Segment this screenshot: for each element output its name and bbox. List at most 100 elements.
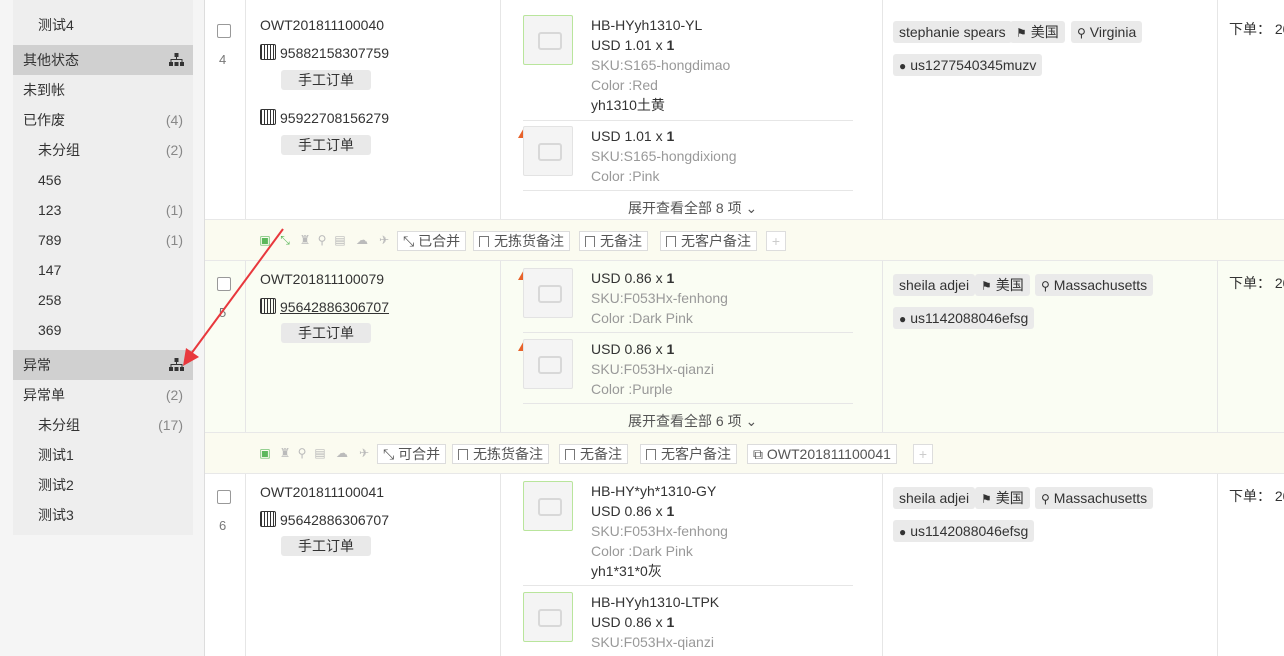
pick-note-text: 无拣货备注 [494,233,564,249]
gift-icon[interactable]: ♜ [298,233,312,247]
tracking-number[interactable]: 95882158307759 [260,44,389,61]
order-action-bar: ▣ ♜ ⚲ ▤ ☁ ✈ ⤡ 可合并 无拣货备注 无备注 无客户备注 ⧉ OWT2… [205,433,1284,474]
row-checkbox[interactable] [217,490,231,504]
country-text: 美国 [1030,24,1059,40]
account-tag: ● us1142088046efsg [893,520,1035,542]
sidebar-item-789[interactable]: 789 (1) [13,225,193,255]
bookmark-icon [666,236,676,247]
row-checkbox[interactable] [217,24,231,38]
product-color: Color :Dark Pink [591,310,693,326]
expand-all-link[interactable]: 展开查看全部 8 项 ⌄ [628,198,757,218]
order-number[interactable]: OWT201811100041 [260,484,384,500]
note-button[interactable]: 无备注 [559,444,628,464]
print-icon[interactable]: ▤ [333,233,347,247]
cloud-icon[interactable]: ☁ [355,233,369,247]
product-thumbnail[interactable] [523,268,573,318]
product-sku: SKU:F053Hx-fenhong [591,290,728,306]
manual-order-button[interactable]: 手工订单 [281,70,371,90]
map-marker-icon[interactable]: ⚲ [315,233,329,247]
bookmark-icon [646,449,656,460]
customer-note-text: 无客户备注 [681,233,751,249]
map-marker-icon[interactable]: ⚲ [295,446,309,460]
sidebar-item-unpaid[interactable]: 未到帐 [13,75,193,105]
merge-icon[interactable]: ⤡ [278,233,292,247]
sitemap-icon[interactable] [169,358,184,371]
account-tag: ● us1142088046efsg [893,307,1035,329]
plane-icon[interactable]: ✈ [377,233,391,247]
product-thumbnail[interactable] [523,15,573,65]
manual-order-button[interactable]: 手工订单 [281,135,371,155]
money-icon[interactable]: ▣ [258,233,272,247]
tracking-number[interactable]: 95642886306707 [260,511,389,528]
product-price: USD 0.86 x 1 [591,268,674,288]
pick-note-button[interactable]: 无拣货备注 [473,231,570,251]
section-header-exception[interactable]: 异常 [13,350,193,380]
quantity: 1 [666,341,675,357]
sidebar-item-label: 测试2 [38,477,74,493]
product-thumbnail[interactable] [523,126,573,176]
manual-order-button[interactable]: 手工订单 [281,323,371,343]
state-tag: ⚲ Massachusetts [1035,274,1154,296]
pick-note-button[interactable]: 无拣货备注 [452,444,549,464]
print-icon[interactable]: ▤ [313,446,327,460]
user-icon: ● [899,312,907,326]
order-date: 下单： 20 [1229,488,1284,504]
sidebar-item-369[interactable]: 369 [13,315,193,345]
money-icon[interactable]: ▣ [258,446,272,460]
user-icon: ● [899,59,907,73]
product-thumbnail[interactable] [523,339,573,389]
order-number[interactable]: OWT201811100040 [260,17,384,33]
order-number[interactable]: OWT201811100079 [260,271,384,287]
order-action-bar: ▣ ⤡ ♜ ⚲ ▤ ☁ ✈ ⤡ 已合并 无拣货备注 无备注 无客户备注 + [205,220,1284,261]
row-checkbox[interactable] [217,277,231,291]
sidebar-item-test2[interactable]: 测试2 [13,470,193,500]
sidebar-item-test4[interactable]: 测试4 [13,10,193,40]
product-color: Color :Dark Pink [591,543,693,559]
sitemap-icon[interactable] [169,53,184,66]
map-marker-icon: ⚲ [1041,279,1050,293]
tracking-number-text: 95642886306707 [280,512,390,528]
product-color: Color :Pink [591,168,660,184]
customer-note-button[interactable]: 无客户备注 [640,444,737,464]
order-date: 下单： 20 [1229,21,1284,37]
sidebar-item-count: (2) [165,387,183,403]
sidebar-item-voided[interactable]: 已作废 (4) [13,105,193,135]
linked-order-text: OWT201811100041 [766,446,891,462]
quantity: 1 [666,503,675,519]
gift-icon[interactable]: ♜ [278,446,292,460]
add-button[interactable]: + [766,231,786,251]
merge-status-button[interactable]: ⤡ 已合并 [397,231,467,251]
sidebar-item-test1[interactable]: 测试1 [13,440,193,470]
sidebar-item-ungrouped[interactable]: 未分组 (2) [13,135,193,165]
product-thumbnail[interactable] [523,481,573,531]
customer-note-button[interactable]: 无客户备注 [660,231,757,251]
sidebar-item-test3[interactable]: 测试3 [13,500,193,530]
merge-status-text: 已合并 [418,233,461,249]
section-header-other-status[interactable]: 其他状态 [13,45,193,75]
product-color: Color :Purple [591,381,673,397]
expand-all-link[interactable]: 展开查看全部 6 项 ⌄ [628,411,757,431]
sidebar-item-ungrouped[interactable]: 未分组 (17) [13,410,193,440]
tracking-number[interactable]: 95642886306707 [260,298,389,315]
product-price: USD 1.01 x 1 [591,126,674,146]
plane-icon[interactable]: ✈ [357,446,371,460]
sidebar-item-147[interactable]: 147 [13,255,193,285]
note-button[interactable]: 无备注 [579,231,648,251]
sidebar-item-123[interactable]: 123 (1) [13,195,193,225]
linked-order-button[interactable]: ⧉ OWT201811100041 [747,444,897,464]
sidebar-item-258[interactable]: 258 [13,285,193,315]
product-thumbnail[interactable] [523,592,573,642]
merge-status-button[interactable]: ⤡ 可合并 [377,444,447,464]
quantity: 1 [666,614,675,630]
price-text: USD 0.86 x [591,503,667,519]
map-marker-icon: ⚲ [1041,492,1050,506]
cloud-icon[interactable]: ☁ [335,446,349,460]
manual-order-button[interactable]: 手工订单 [281,536,371,556]
sidebar-item-456[interactable]: 456 [13,165,193,195]
sidebar-item-exception-orders[interactable]: 异常单 (2) [13,380,193,410]
quantity: 1 [666,128,675,144]
tracking-number[interactable]: 95922708156279 [260,109,389,126]
add-button[interactable]: + [913,444,933,464]
sidebar-item-label: 258 [38,292,62,308]
section-title: 其他状态 [23,52,79,68]
